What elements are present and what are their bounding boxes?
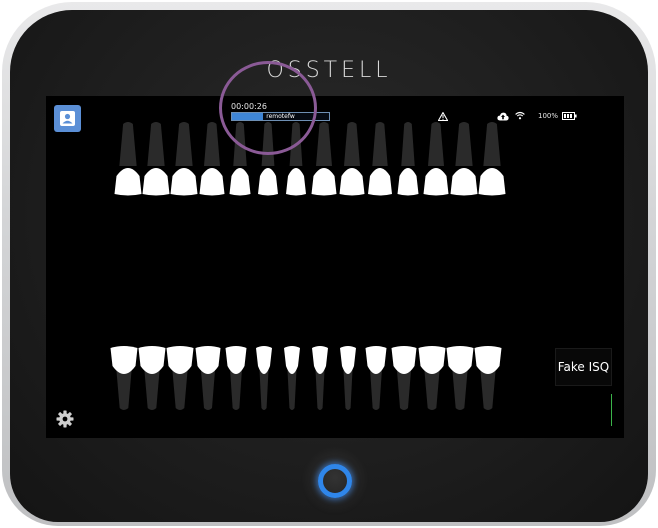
upper-tooth[interactable] [199, 168, 225, 196]
lower-tooth[interactable] [166, 346, 194, 374]
upper-tooth-root [483, 122, 501, 166]
upper-tooth[interactable] [258, 168, 278, 196]
lower-tooth[interactable] [365, 346, 387, 374]
lower-tooth[interactable] [418, 346, 446, 374]
lower-tooth[interactable] [195, 346, 221, 374]
upper-tooth[interactable] [229, 168, 251, 196]
lower-tooth[interactable] [256, 346, 272, 374]
upper-tooth[interactable] [478, 168, 506, 196]
wifi-icon [515, 111, 525, 120]
lower-tooth[interactable] [474, 346, 502, 374]
upper-tooth-root [455, 122, 473, 166]
cloud-upload-icon[interactable] [497, 112, 509, 121]
home-ring-icon [318, 464, 352, 498]
patient-button[interactable] [54, 105, 81, 132]
warning-icon[interactable] [438, 112, 448, 121]
lower-teeth-chart [110, 346, 502, 410]
upper-tooth[interactable] [114, 168, 142, 196]
upper-tooth[interactable] [170, 168, 198, 196]
lower-tooth[interactable] [340, 346, 356, 374]
upper-tooth[interactable] [423, 168, 449, 196]
upper-tooth[interactable] [450, 168, 478, 196]
upper-tooth[interactable] [397, 168, 419, 196]
upper-tooth[interactable] [339, 168, 365, 196]
status-indicator-line [611, 394, 612, 426]
home-button[interactable] [301, 447, 369, 515]
upper-tooth-root [316, 122, 332, 166]
battery-percentage: 100% [538, 112, 559, 120]
upper-tooth[interactable] [286, 168, 306, 196]
upper-tooth-root [204, 122, 220, 166]
gear-icon[interactable] [56, 410, 74, 428]
upper-tooth-root [428, 122, 444, 166]
lower-tooth[interactable] [225, 346, 247, 374]
lower-tooth[interactable] [110, 346, 138, 374]
brand-logo: OSSTELL [266, 58, 392, 83]
upper-tooth-root [147, 122, 165, 166]
upper-tooth[interactable] [142, 168, 170, 196]
lower-tooth[interactable] [138, 346, 166, 374]
upper-tooth-root [119, 122, 137, 166]
lower-tooth[interactable] [284, 346, 300, 374]
fake-isq-button[interactable]: Fake ISQ [555, 348, 612, 386]
battery-icon [562, 112, 577, 120]
upper-tooth[interactable] [368, 168, 392, 196]
upper-teeth-chart [114, 122, 506, 196]
upper-tooth-root [344, 122, 360, 166]
screen: 00:00:26 remotefw 100% Fake ISQ [46, 96, 624, 438]
highlight-annotation [219, 61, 317, 155]
lower-tooth[interactable] [391, 346, 417, 374]
upper-tooth-root [372, 122, 388, 166]
upper-tooth-root [175, 122, 193, 166]
patient-icon [60, 111, 75, 126]
upper-tooth[interactable] [311, 168, 337, 196]
upper-tooth-root [401, 122, 415, 166]
lower-tooth[interactable] [446, 346, 474, 374]
lower-tooth[interactable] [312, 346, 328, 374]
